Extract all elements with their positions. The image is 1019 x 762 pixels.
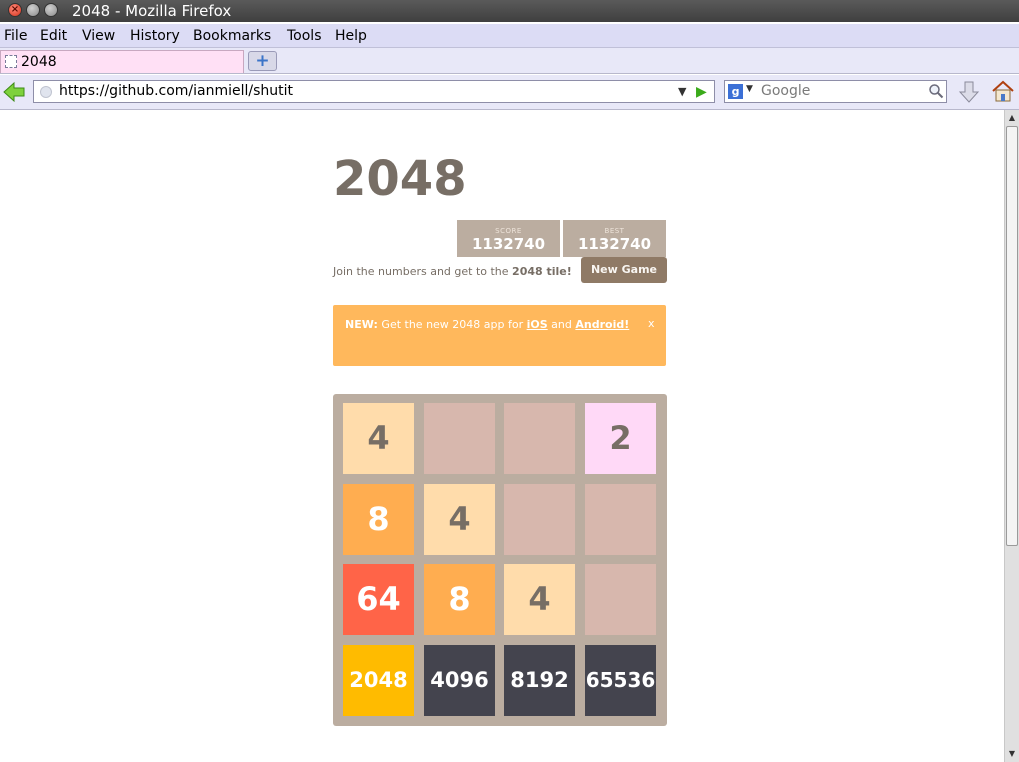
intro-text: Join the numbers and get to the bbox=[333, 265, 513, 278]
tile-4: 4 bbox=[343, 403, 414, 474]
plus-icon: + bbox=[255, 51, 270, 71]
url-bar[interactable]: https://github.com/ianmiell/shutit ▼ ▶ bbox=[33, 80, 715, 103]
back-arrow-icon[interactable] bbox=[2, 80, 26, 104]
tile-4: 4 bbox=[424, 484, 495, 555]
best-value: 1132740 bbox=[577, 235, 652, 253]
home-icon[interactable] bbox=[991, 79, 1015, 103]
scroll-up-arrow-icon[interactable]: ▲ bbox=[1005, 110, 1019, 125]
tile-2: 2 bbox=[585, 403, 656, 474]
ios-link[interactable]: iOS bbox=[527, 318, 548, 331]
page-icon bbox=[5, 55, 17, 68]
game-intro: Join the numbers and get to the 2048 til… bbox=[333, 265, 572, 279]
tile-8: 8 bbox=[424, 564, 495, 635]
new-game-button[interactable]: New Game bbox=[581, 257, 667, 283]
game-title: 2048 bbox=[333, 151, 467, 207]
tab-bar: 2048 + bbox=[0, 48, 1019, 74]
menu-file[interactable]: File bbox=[4, 27, 27, 45]
go-arrow-icon[interactable]: ▶ bbox=[696, 84, 707, 100]
url-history-dropdown-icon[interactable]: ▼ bbox=[678, 85, 686, 98]
scrollbar-thumb[interactable] bbox=[1006, 126, 1018, 546]
menu-view[interactable]: View bbox=[82, 27, 115, 45]
search-input[interactable]: Google bbox=[761, 83, 810, 100]
tile-4: 4 bbox=[504, 564, 575, 635]
chevron-down-icon[interactable]: ▼ bbox=[746, 84, 753, 94]
url-input[interactable]: https://github.com/ianmiell/shutit bbox=[59, 83, 293, 100]
empty-cell bbox=[424, 403, 495, 474]
menu-history[interactable]: History bbox=[130, 27, 180, 45]
empty-cell bbox=[504, 484, 575, 555]
window-title: 2048 - Mozilla Firefox bbox=[72, 2, 232, 20]
page-content: 2048 SCORE 1132740 BEST 1132740 Join the… bbox=[0, 110, 1004, 762]
tile-8192: 8192 bbox=[504, 645, 575, 716]
menu-tools[interactable]: Tools bbox=[287, 27, 322, 45]
banner-close-button[interactable]: x bbox=[648, 317, 655, 331]
search-bar[interactable]: g ▼ Google bbox=[724, 80, 947, 103]
banner-text: NEW: Get the new 2048 app for iOS and An… bbox=[345, 318, 629, 332]
menu-edit[interactable]: Edit bbox=[40, 27, 67, 45]
tab-2048[interactable]: 2048 bbox=[0, 50, 244, 73]
window-minimize-button[interactable] bbox=[26, 3, 40, 17]
score-value: 1132740 bbox=[471, 235, 546, 253]
tile-8: 8 bbox=[343, 484, 414, 555]
vertical-scrollbar[interactable]: ▲ ▼ bbox=[1004, 110, 1019, 762]
window-close-button[interactable]: × bbox=[8, 3, 22, 17]
empty-cell bbox=[504, 403, 575, 474]
game-board: 4 2 8 4 64 8 4 2048 4096 8192 65536 bbox=[333, 394, 667, 726]
search-icon[interactable] bbox=[928, 83, 944, 99]
empty-cell bbox=[585, 484, 656, 555]
tile-2048: 2048 bbox=[343, 645, 414, 716]
google-engine-icon[interactable]: g bbox=[728, 84, 743, 99]
tile-65536: 65536 bbox=[585, 645, 656, 716]
new-tab-button[interactable]: + bbox=[248, 51, 277, 71]
window-titlebar: × 2048 - Mozilla Firefox bbox=[0, 0, 1019, 22]
banner-and: and bbox=[547, 318, 576, 331]
menu-bookmarks[interactable]: Bookmarks bbox=[193, 27, 271, 45]
close-icon: × bbox=[10, 4, 20, 15]
site-identity-icon[interactable] bbox=[40, 86, 52, 98]
window-maximize-button[interactable] bbox=[44, 3, 58, 17]
tile-64: 64 bbox=[343, 564, 414, 635]
banner-message: Get the new 2048 app for bbox=[377, 318, 527, 331]
best-score-box: BEST 1132740 bbox=[563, 220, 666, 257]
app-promo-banner: NEW: Get the new 2048 app for iOS and An… bbox=[333, 305, 666, 366]
tab-label: 2048 bbox=[21, 54, 57, 70]
navigation-toolbar: https://github.com/ianmiell/shutit ▼ ▶ g… bbox=[0, 75, 1019, 110]
score-box: SCORE 1132740 bbox=[457, 220, 560, 257]
empty-cell bbox=[585, 564, 656, 635]
download-arrow-icon[interactable] bbox=[957, 80, 981, 104]
banner-new-label: NEW: bbox=[345, 318, 378, 331]
menu-bar: File Edit View History Bookmarks Tools H… bbox=[0, 24, 1019, 48]
scroll-down-arrow-icon[interactable]: ▼ bbox=[1005, 746, 1019, 761]
intro-goal: 2048 tile! bbox=[512, 265, 572, 278]
menu-help[interactable]: Help bbox=[335, 27, 367, 45]
android-link[interactable]: Android! bbox=[575, 318, 629, 331]
tile-4096: 4096 bbox=[424, 645, 495, 716]
